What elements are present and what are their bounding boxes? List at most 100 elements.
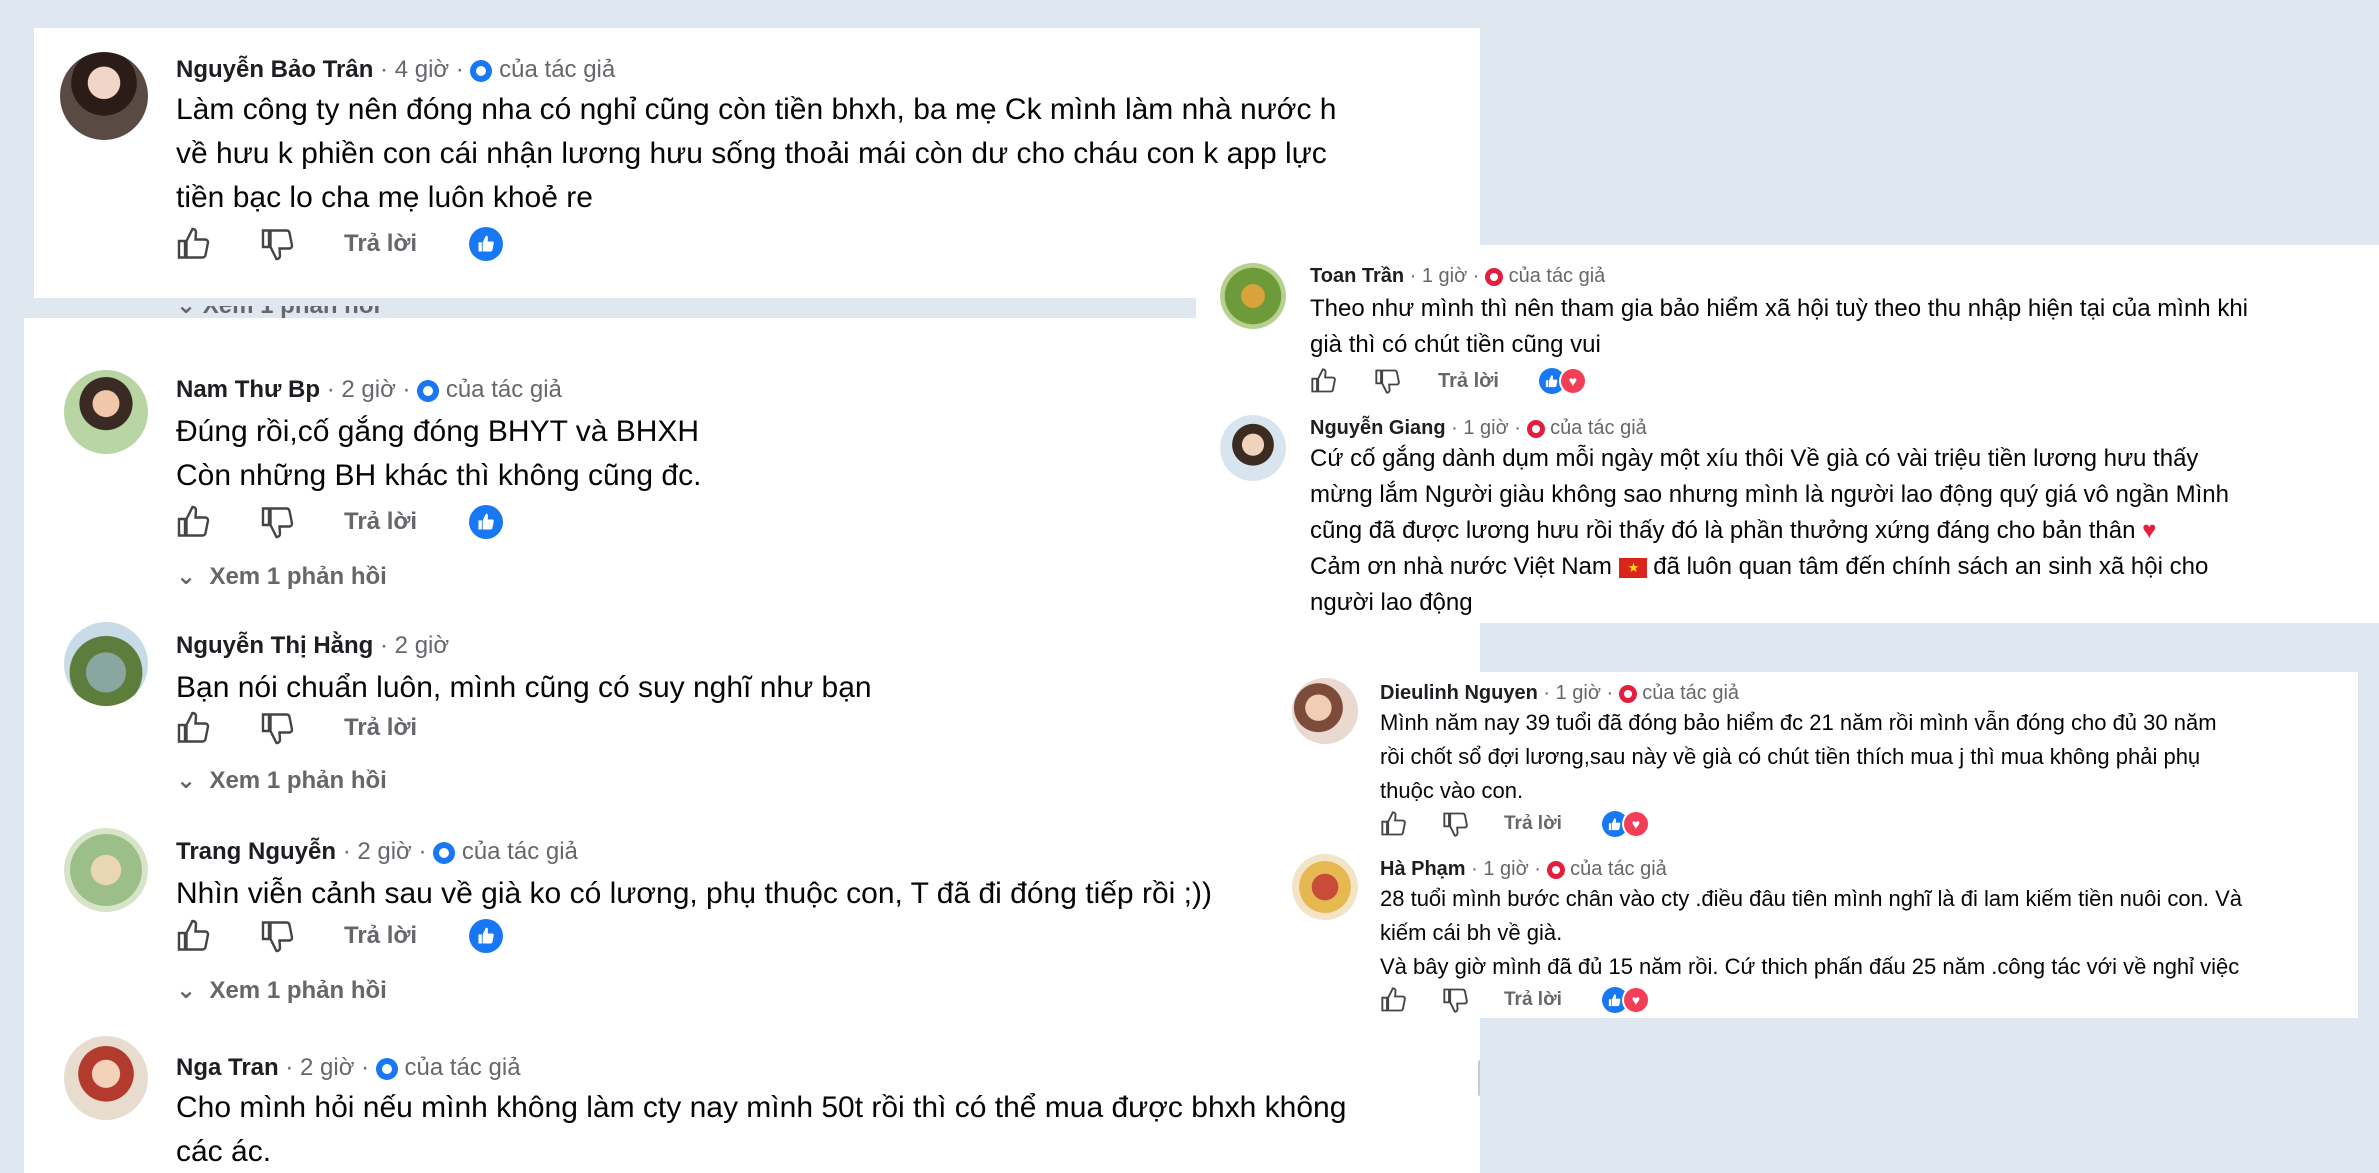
view-replies-link[interactable]: ⌄ Xem 1 phản hồi	[176, 562, 387, 591]
timestamp[interactable]: · 1 giờ ·	[1410, 265, 1480, 287]
comment-text: Mình năm nay 39 tuổi đã đóng bảo hiểm đc…	[1380, 710, 2217, 803]
like-reaction-icon	[469, 919, 504, 953]
comment-actions: Trả lời	[176, 226, 504, 262]
author-badge-label: của tác giả	[1550, 417, 1647, 439]
comment-text: Đúng rồi,cố gắng đóng BHYT và BHXH Còn n…	[176, 415, 702, 492]
reaction-count[interactable]: ♥	[1601, 986, 1650, 1014]
author-name[interactable]: Toan Trần	[1310, 265, 1404, 287]
reply-button[interactable]: Trả lời	[344, 230, 417, 258]
comment-header: Dieulinh Nguyen · 1 giờ · của tác giả	[1380, 682, 1739, 705]
reply-button[interactable]: Trả lời	[344, 922, 417, 950]
thumbs-up-icon[interactable]	[176, 226, 212, 262]
avatar[interactable]	[1292, 854, 1358, 920]
author-badge-label: của tác giả	[1508, 265, 1606, 287]
author-badge-label: của tác giả	[1570, 858, 1667, 880]
love-reaction-icon: ♥	[1558, 367, 1587, 395]
thumbs-up-icon[interactable]	[1380, 986, 1408, 1014]
author-name[interactable]: Dieulinh Nguyen	[1380, 682, 1538, 704]
thumbs-down-icon[interactable]	[260, 226, 296, 262]
love-reaction-icon: ♥	[1621, 986, 1650, 1014]
reply-button[interactable]: Trả lời	[344, 508, 417, 536]
view-replies-link-partial[interactable]: ⌄ Xem 1 phản hồi	[176, 306, 380, 318]
red-heart-icon: ♥	[2142, 517, 2157, 544]
reply-button[interactable]: Trả lời	[1438, 370, 1499, 393]
comment-actions: Trả lời ♥	[1310, 367, 1587, 395]
thumbs-up-icon[interactable]	[176, 710, 212, 746]
avatar[interactable]	[64, 1036, 148, 1120]
author-name[interactable]: Nguyễn Giang	[1310, 417, 1446, 439]
view-replies-link[interactable]: ⌄ Xem 1 phản hồi	[176, 976, 387, 1005]
avatar[interactable]	[1220, 263, 1286, 329]
thumbs-up-icon[interactable]	[176, 504, 212, 540]
timestamp[interactable]: · 2 giờ	[380, 632, 449, 659]
right-top-comments-panel: Toan Trần · 1 giờ · của tác giả Theo như…	[1196, 245, 2379, 623]
author-name[interactable]: Hà Phạm	[1380, 858, 1466, 880]
reply-button[interactable]: Trả lời	[1504, 813, 1562, 835]
comment-text: Cho mình hỏi nếu mình không làm cty nay …	[176, 1091, 1347, 1168]
avatar[interactable]	[64, 828, 148, 912]
avatar[interactable]	[1292, 678, 1358, 744]
reply-button[interactable]: Trả lời	[1504, 989, 1562, 1011]
reply-button[interactable]: Trả lời	[344, 714, 417, 742]
thumbs-down-icon[interactable]	[1442, 810, 1470, 838]
author-badge-icon	[1526, 419, 1545, 438]
comment-header: Trang Nguyễn · 2 giờ · của tác giả	[176, 838, 578, 866]
reaction-count[interactable]: ♥	[1538, 367, 1587, 395]
timestamp[interactable]: · 2 giờ ·	[327, 376, 411, 403]
comment-actions: Trả lời	[176, 504, 504, 540]
timestamp[interactable]: · 1 giờ ·	[1543, 682, 1613, 704]
author-badge-icon	[375, 1057, 398, 1080]
comment-text: Làm công ty nên đóng nha có nghỉ cũng cò…	[176, 93, 1337, 214]
author-badge-icon	[417, 379, 440, 402]
author-badge-label: của tác giả	[461, 838, 578, 865]
timestamp[interactable]: · 2 giờ ·	[285, 1054, 369, 1081]
author-name[interactable]: Nam Thư Bp	[176, 376, 320, 403]
comment-header: Toan Trần · 1 giờ · của tác giả	[1310, 265, 1605, 288]
author-badge-icon	[470, 59, 493, 82]
comment-header: Nam Thư Bp · 2 giờ · của tác giả	[176, 376, 562, 404]
avatar[interactable]	[64, 370, 148, 454]
thumbs-up-icon[interactable]	[176, 918, 212, 954]
thumbs-down-icon[interactable]	[260, 504, 296, 540]
reaction-count[interactable]	[469, 505, 504, 539]
timestamp[interactable]: · 1 giờ ·	[1451, 417, 1521, 439]
comment-text: Bạn nói chuẩn luôn, mình cũng có suy ngh…	[176, 671, 872, 704]
reaction-count[interactable]	[469, 227, 504, 261]
comment-actions: Trả lời ♥	[1380, 810, 1650, 838]
author-name[interactable]: Nga Tran	[176, 1054, 279, 1081]
love-reaction-icon: ♥	[1621, 810, 1650, 838]
comment-actions: Trả lời ♥	[1380, 986, 1650, 1014]
scroll-thumb[interactable]	[1478, 1060, 1480, 1096]
vietnam-flag-icon: ★	[1618, 557, 1647, 578]
comment-text: Nhìn viễn cảnh sau về già ko có lương, p…	[176, 877, 1212, 910]
thumbs-up-icon[interactable]	[1310, 367, 1338, 395]
chevron-down-icon: ⌄	[176, 977, 197, 1004]
reaction-count[interactable]	[469, 919, 504, 953]
comment-actions: Trả lời	[176, 918, 504, 954]
thumbs-up-icon[interactable]	[1380, 810, 1408, 838]
author-name[interactable]: Nguyễn Bảo Trân	[176, 56, 373, 83]
author-badge-icon	[1618, 684, 1637, 703]
avatar[interactable]	[1220, 415, 1286, 481]
view-replies-link[interactable]: ⌄ Xem 1 phản hồi	[176, 766, 387, 795]
timestamp[interactable]: · 4 giờ ·	[380, 56, 464, 83]
reaction-count[interactable]: ♥	[1601, 810, 1650, 838]
timestamp[interactable]: · 1 giờ ·	[1471, 858, 1541, 880]
thumbs-down-icon[interactable]	[260, 918, 296, 954]
author-badge-label: của tác giả	[499, 56, 616, 83]
avatar[interactable]	[64, 622, 148, 706]
comment-actions: Trả lời	[176, 710, 417, 746]
avatar[interactable]	[60, 52, 148, 140]
comment-text: 28 tuổi mình bước chân vào cty .điều đâu…	[1380, 886, 2242, 979]
comment-header: Nguyễn Giang · 1 giờ · của tác giả	[1310, 417, 1647, 440]
comment-header: Nga Tran · 2 giờ · của tác giả	[176, 1054, 521, 1082]
author-badge-label: của tác giả	[445, 376, 562, 403]
timestamp[interactable]: · 2 giờ ·	[343, 838, 427, 865]
comment-text: Cứ cố gắng dành dụm mỗi ngày một xíu thô…	[1310, 445, 2229, 616]
comment-header: Hà Phạm · 1 giờ · của tác giả	[1380, 858, 1667, 881]
author-name[interactable]: Nguyễn Thị Hằng	[176, 632, 373, 659]
author-name[interactable]: Trang Nguyễn	[176, 838, 336, 865]
thumbs-down-icon[interactable]	[1442, 986, 1470, 1014]
thumbs-down-icon[interactable]	[1374, 367, 1402, 395]
thumbs-down-icon[interactable]	[260, 710, 296, 746]
